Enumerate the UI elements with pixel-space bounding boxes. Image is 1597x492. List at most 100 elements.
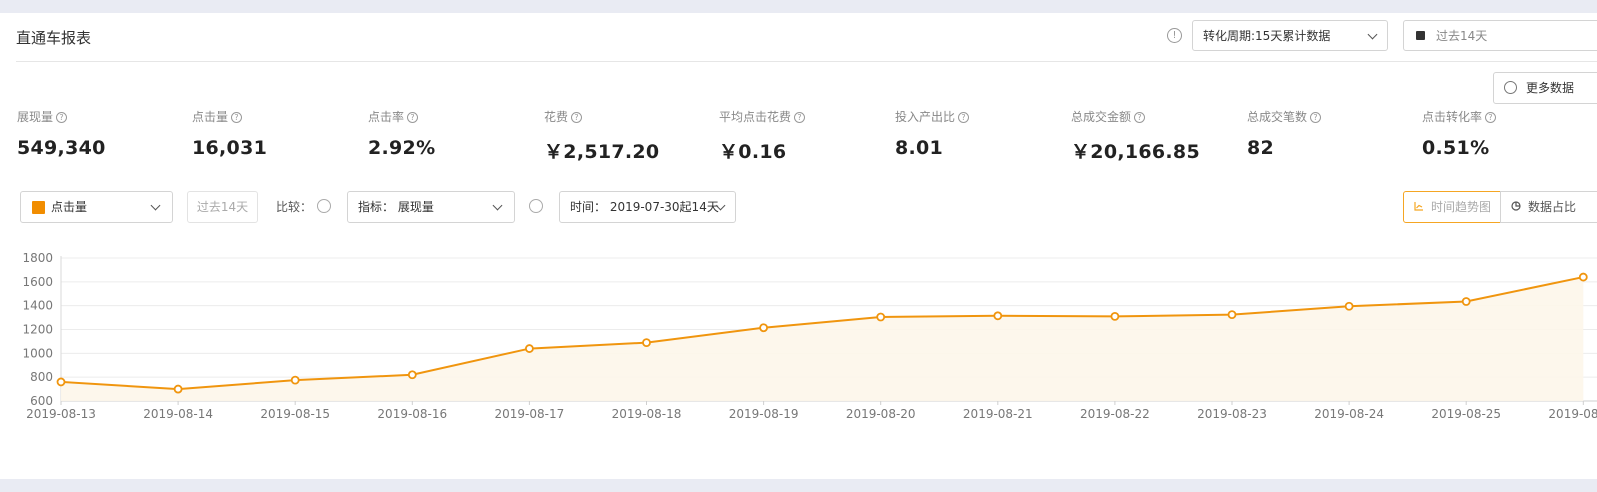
metric-label: 总成交笔数 [1247,110,1308,124]
calendar-icon [1416,31,1425,40]
indicator-select-label: 指标： 展现量 [358,200,434,214]
metric-value: ￥0.16 [719,141,787,163]
conversion-cycle-select[interactable]: 转化周期:15天累计数据 [1192,20,1388,51]
data-point [407,370,417,380]
y-tick-label: 800 [30,370,53,384]
time-select-label: 时间： 2019-07-30起14天 [570,200,719,214]
x-tick-label: 2019-08-14 [143,407,213,421]
metric-spend: 花费? ￥2,517.20 [544,109,714,164]
compare-time-radio[interactable] [529,199,543,213]
compare-label: 比较： [276,200,313,214]
x-tick-label: 2019-08-17 [495,407,565,421]
data-point [759,323,768,333]
metric-label: 投入产出比 [895,110,956,124]
metric-clicks: 点击量? 16,031 [192,109,362,159]
time-select[interactable]: 时间： 2019-07-30起14天 [559,191,736,223]
metric-label: 花费 [544,110,569,124]
tab-time-trend-label: 时间趋势图 [1431,200,1492,214]
metric-cpc: 平均点击花费? ￥0.16 [719,109,889,164]
page-title: 直通车报表 [16,29,92,47]
metric-value: ￥20,166.85 [1071,141,1200,163]
tab-time-trend[interactable]: 时间趋势图 [1403,191,1501,223]
y-tick-label: 1000 [22,346,53,360]
top-band [0,0,1597,13]
report-panel: 直通车报表 ! 转化周期:15天累计数据 过去14天 更多数据 展现量? 549… [0,13,1597,479]
date-range-label: 过去14天 [1436,29,1488,43]
metric-label: 平均点击花费 [719,110,792,124]
help-icon[interactable]: ? [231,112,243,123]
metric-ctr: 点击率? 2.92% [368,109,538,159]
tab-data-share-label: 数据占比 [1528,200,1577,214]
help-icon[interactable]: ? [407,112,419,123]
x-tick-label: 2019-08-19 [729,407,799,421]
x-tick-label: 2019-08-13 [26,407,96,421]
metric-select-label: 点击量 [51,200,88,214]
indicator-select[interactable]: 指标： 展现量 [347,191,515,223]
gear-icon [1504,81,1517,94]
y-tick-label: 1200 [22,323,53,337]
metric-label: 总成交金额 [1071,110,1132,124]
x-tick-label: 2019-08-16 [377,407,447,421]
data-point [1110,311,1120,321]
x-tick-label: 2019-08-18 [612,407,682,421]
data-point [1344,301,1354,311]
help-icon[interactable]: ? [56,112,68,123]
y-tick-label: 600 [30,394,53,408]
x-tick-label: 2019-08-21 [963,407,1033,421]
conversion-cycle-label: 转化周期:15天累计数据 [1203,29,1331,43]
data-point [876,312,886,322]
tab-data-share[interactable]: 数据占比 [1500,191,1597,223]
metric-label: 点击率 [368,110,405,124]
metric-value: 82 [1247,137,1275,159]
date-range-select[interactable]: 过去14天 [1403,20,1597,51]
data-point [1461,297,1471,306]
help-icon[interactable]: ? [1310,112,1322,123]
help-icon[interactable]: ? [794,112,806,123]
metric-value: 549,340 [17,137,106,159]
chevron-down-icon [492,200,503,211]
data-point [993,311,1003,321]
help-icon[interactable]: ? [1134,112,1146,123]
metric-value: 2.92% [368,137,436,159]
info-icon[interactable]: ! [1167,28,1182,43]
data-point [1578,272,1588,282]
metric-value: ￥2,517.20 [544,141,660,163]
line-chart-icon [1414,202,1423,211]
pie-chart-icon [1511,201,1521,211]
help-icon[interactable]: ? [1485,112,1497,123]
data-point [1227,310,1237,320]
metric-cvr: 点击转化率? 0.51% [1422,109,1592,159]
bottom-band [0,479,1597,492]
help-icon[interactable]: ? [571,112,583,123]
data-point [56,377,66,387]
metric-select[interactable]: 点击量 [20,191,173,223]
data-point [290,375,300,385]
y-tick-label: 1800 [22,253,53,265]
x-tick-label: 2019-08-24 [1314,407,1384,421]
y-tick-label: 1600 [22,275,53,289]
y-tick-label: 1400 [22,299,53,313]
data-point [525,344,534,353]
metric-roi: 投入产出比? 8.01 [895,109,1065,159]
data-point [173,384,183,394]
metric-label: 展现量 [17,110,54,124]
x-tick-label: 2019-08-15 [260,407,330,421]
header-divider [16,61,1597,62]
metric-label: 点击转化率 [1422,110,1483,124]
more-data-label: 更多数据 [1526,81,1575,95]
metric-impressions: 展现量? 549,340 [17,109,187,159]
x-tick-label: 2019-08-23 [1197,407,1267,421]
series-color-swatch [32,201,45,214]
compare-indicator-radio[interactable] [317,199,331,213]
more-data-button[interactable]: 更多数据 [1493,72,1597,104]
x-tick-label: 2019-08-25 [1431,407,1501,421]
metric-value: 16,031 [192,137,268,159]
chevron-down-icon [150,200,161,211]
data-point [642,338,651,348]
help-icon[interactable]: ? [958,112,970,123]
period-button[interactable]: 过去14天 [187,191,258,223]
metric-value: 8.01 [895,137,944,159]
x-tick-label: 2019-08-22 [1080,407,1150,421]
series-area [61,277,1584,401]
metric-value: 0.51% [1422,137,1490,159]
